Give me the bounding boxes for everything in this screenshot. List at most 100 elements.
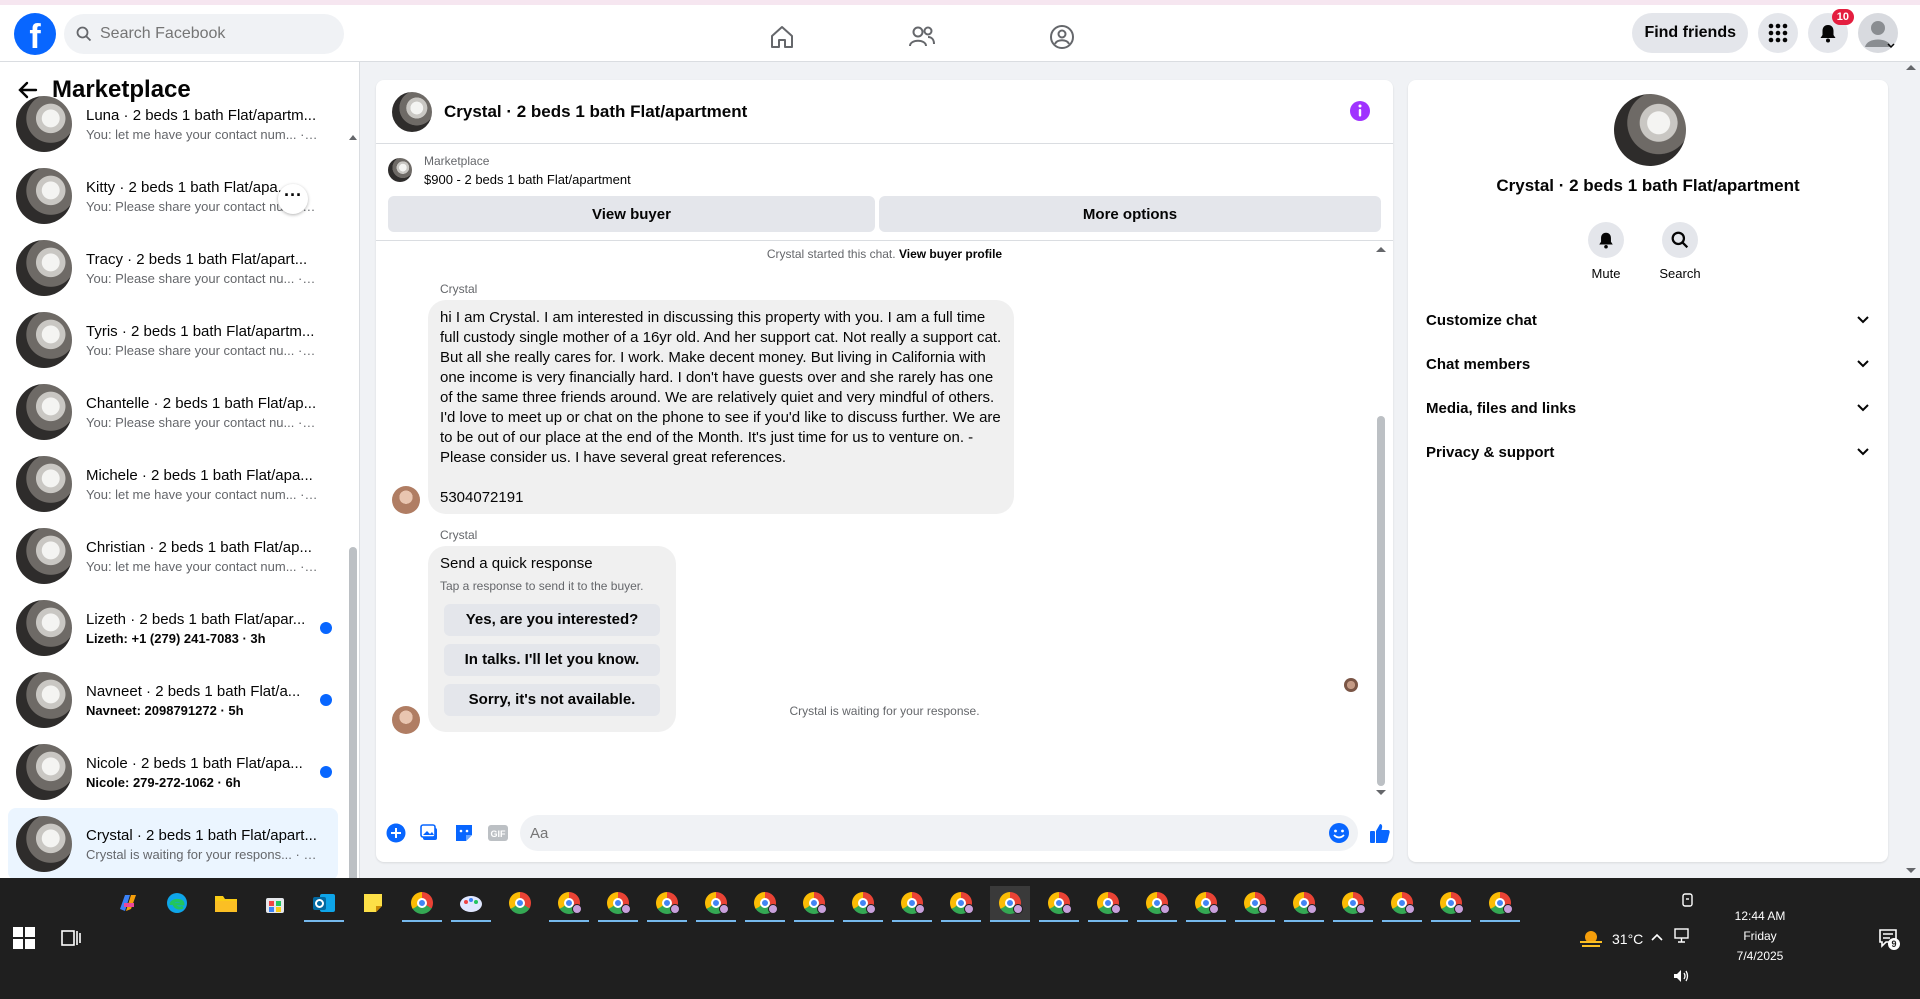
conversation-scrollbar-thumb[interactable] [1377, 416, 1385, 786]
scroll-down-icon[interactable] [1376, 790, 1386, 796]
message-sender: Crystal [440, 282, 478, 296]
info-icon[interactable] [1349, 100, 1371, 122]
chrome-profile-17[interactable] [1333, 886, 1373, 922]
windows-start-icon[interactable] [12, 926, 36, 950]
home-nav-button[interactable] [760, 15, 804, 59]
friends-nav-button[interactable] [900, 15, 944, 59]
more-options-button[interactable]: More options [879, 196, 1381, 232]
listing-thumbnail[interactable] [388, 158, 412, 182]
scroll-up-icon[interactable] [1376, 246, 1386, 252]
chrome-profile-1[interactable] [549, 886, 589, 922]
chrome-profile-18[interactable] [1382, 886, 1422, 922]
quick-reply-in-talks-button[interactable]: In talks. I'll let you know. [444, 644, 660, 676]
sender-avatar[interactable] [392, 486, 420, 514]
chrome-profile-19[interactable] [1431, 886, 1471, 922]
view-buyer-button[interactable]: View buyer [388, 196, 875, 232]
like-send-button[interactable] [1368, 821, 1392, 845]
chat-item-lizeth[interactable]: Lizeth · 2 beds 1 bath Flat/apar... Lizet… [8, 592, 338, 664]
conversation-title[interactable]: Crystal · 2 beds 1 bath Flat/apartment [444, 102, 747, 122]
scroll-up-icon[interactable] [1906, 64, 1916, 70]
attach-photo-button[interactable] [418, 821, 442, 845]
chrome-profile-14[interactable] [1186, 886, 1226, 922]
chrome-profile-15[interactable] [1235, 886, 1275, 922]
scroll-down-icon[interactable] [1906, 868, 1916, 874]
chat-item-tyris[interactable]: Tyris · 2 beds 1 bath Flat/apartm... You:… [8, 304, 338, 376]
chat-item-christian[interactable]: Christian · 2 beds 1 bath Flat/ap... You:… [8, 520, 338, 592]
meet-now-icon[interactable] [1680, 892, 1696, 908]
conversation-scrollbar[interactable] [1376, 246, 1386, 795]
chrome-profile-5[interactable] [745, 886, 785, 922]
conversation-thumbnail[interactable] [392, 91, 432, 132]
quick-reply-yes-button[interactable]: Yes, are you interested? [444, 604, 660, 636]
facebook-logo[interactable]: f [14, 13, 56, 55]
mute-button[interactable]: Mute [1584, 222, 1628, 281]
chat-item-navneet[interactable]: Navneet · 2 beds 1 bath Flat/a... Navneet… [8, 664, 338, 736]
message-input-box[interactable] [520, 815, 1358, 851]
sidebar-scrollbar-thumb[interactable] [349, 547, 357, 878]
chat-name: Christian · 2 beds 1 bath Flat/ap... [86, 538, 312, 556]
chrome-window-1[interactable] [402, 886, 442, 922]
chrome-profile-16[interactable] [1284, 886, 1324, 922]
clock[interactable]: 12:44 AM Friday 7/4/2025 [1720, 906, 1800, 966]
chat-item-chantelle[interactable]: Chantelle · 2 beds 1 bath Flat/ap... You:… [8, 376, 338, 448]
gif-button[interactable]: GIF [486, 821, 510, 845]
chrome-profile-9[interactable] [941, 886, 981, 922]
chrome-profile-8[interactable] [892, 886, 932, 922]
message-bubble[interactable]: hi I am Crystal. I am interested in disc… [428, 300, 1014, 514]
chrome-window-2[interactable] [500, 886, 540, 922]
search-box[interactable] [64, 14, 344, 54]
store-app[interactable] [255, 886, 295, 922]
search-in-chat-button[interactable]: Search [1658, 222, 1702, 281]
outlook-app[interactable] [304, 886, 344, 922]
menu-button[interactable] [1758, 13, 1798, 53]
notification-center-button[interactable]: 9 [1878, 928, 1900, 950]
chat-members-section[interactable]: Chat members [1416, 342, 1880, 386]
chat-item-tracy[interactable]: Tracy · 2 beds 1 bath Flat/apart... You: … [8, 232, 338, 304]
chrome-profile-10-active[interactable] [990, 886, 1030, 922]
customize-chat-section[interactable]: Customize chat [1416, 298, 1880, 342]
network-icon[interactable] [1674, 928, 1692, 944]
chat-item-luna[interactable]: Luna · 2 beds 1 bath Flat/apartm... You: … [8, 88, 338, 160]
privacy-support-section[interactable]: Privacy & support [1416, 430, 1880, 474]
details-thumbnail[interactable] [1614, 94, 1686, 166]
view-buyer-profile-link[interactable]: View buyer profile [899, 247, 1002, 261]
chrome-profile-12[interactable] [1088, 886, 1128, 922]
media-files-links-section[interactable]: Media, files and links [1416, 386, 1880, 430]
more-actions-button[interactable] [384, 821, 408, 845]
paint-app[interactable] [451, 886, 491, 922]
chrome-profile-11[interactable] [1039, 886, 1079, 922]
chat-item-michele[interactable]: Michele · 2 beds 1 bath Flat/apa... You: … [8, 448, 338, 520]
page-scrollbar[interactable] [1902, 62, 1920, 878]
chrome-profile-6[interactable] [794, 886, 834, 922]
profile-avatar-button[interactable] [1858, 13, 1898, 53]
search-input[interactable] [100, 25, 320, 43]
chrome-profile-3[interactable] [647, 886, 687, 922]
emoji-icon[interactable] [1328, 822, 1350, 844]
file-explorer-app[interactable] [206, 886, 246, 922]
listing-title[interactable]: $900 - 2 beds 1 bath Flat/apartment [424, 172, 631, 187]
sticky-notes-app[interactable] [353, 886, 393, 922]
groups-nav-button[interactable] [1040, 15, 1084, 59]
edge-app[interactable] [157, 886, 197, 922]
volume-icon[interactable] [1672, 968, 1690, 984]
chevron-up-icon[interactable] [1650, 932, 1664, 942]
notifications-button[interactable]: 10 [1808, 9, 1854, 53]
chat-item-kitty[interactable]: Kitty · 2 beds 1 bath Flat/apa... You: Pl… [8, 160, 338, 232]
task-view-icon[interactable] [60, 928, 82, 948]
chrome-profile-2[interactable] [598, 886, 638, 922]
sticker-button[interactable] [452, 821, 476, 845]
find-friends-button[interactable]: Find friends [1632, 13, 1748, 53]
chat-item-crystal[interactable]: Crystal · 2 beds 1 bath Flat/apart... Cry… [8, 808, 338, 878]
more-options-icon[interactable]: ··· [278, 184, 308, 214]
chrome-profile-7[interactable] [843, 886, 883, 922]
message-input[interactable] [530, 824, 1310, 842]
chrome-profile-4[interactable] [696, 886, 736, 922]
copilot-app[interactable] [108, 886, 148, 922]
sidebar-scrollbar[interactable] [349, 102, 357, 878]
chrome-profile-20[interactable] [1480, 886, 1520, 922]
weather-widget[interactable]: 31°C [1578, 928, 1643, 950]
chrome-profile-13[interactable] [1137, 886, 1177, 922]
scroll-up-icon[interactable] [349, 134, 357, 140]
chat-item-nicole[interactable]: Nicole · 2 beds 1 bath Flat/apa... Nicole… [8, 736, 338, 808]
sun-haze-icon [1580, 931, 1602, 947]
